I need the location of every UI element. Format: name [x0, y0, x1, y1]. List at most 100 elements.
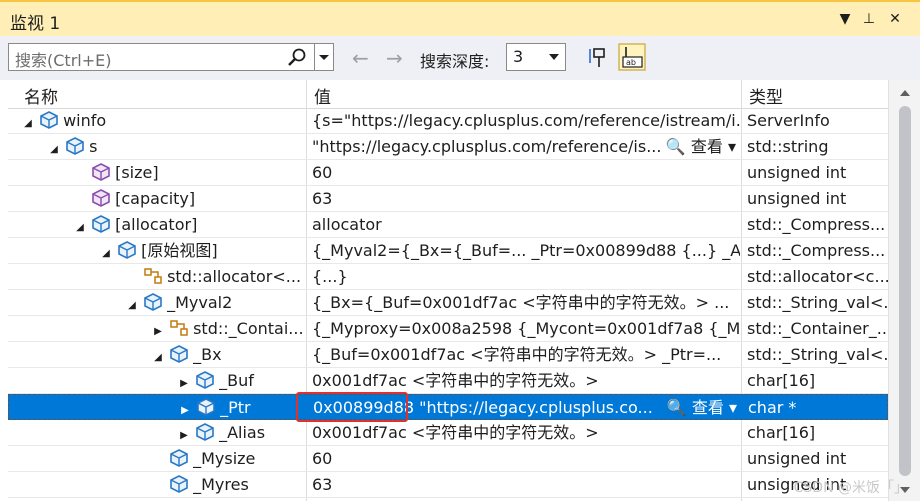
variable-type: std::allocator<c... — [747, 267, 888, 286]
collapse-arrow-icon[interactable]: ◢ — [74, 215, 86, 237]
dropdown-arrow-icon[interactable]: ▼ — [834, 8, 856, 30]
title-bar: 监视 1 ▼ ⊥ ✕ — [0, 0, 920, 36]
name-cell: ◢ [原始视图] — [8, 238, 306, 263]
variable-type: std::_Compress... — [747, 241, 886, 260]
value-cell[interactable]: {_Myval2={_Bx={_Buf=... _Ptr=0x00899d88 … — [312, 238, 740, 263]
pin-icon[interactable]: ⊥ — [858, 8, 880, 30]
search-placeholder: 搜索(Ctrl+E) — [15, 51, 112, 70]
type-cell: std::_Compress... — [747, 238, 888, 263]
variable-name: _Myres — [193, 475, 249, 494]
tree-row[interactable]: ▶ _Buf 0x001df7ac <字符串中的字符无效。> char[16] — [8, 368, 888, 394]
variable-value: {s="https://legacy.cplusplus.com/referen… — [312, 111, 740, 130]
object-icon — [143, 293, 163, 311]
variable-type: char[16] — [747, 371, 816, 390]
variable-value: {_Buf=0x001df7ac <字符串中的字符无效。> _Ptr=... — [312, 345, 722, 364]
close-icon[interactable]: ✕ — [884, 8, 906, 30]
variable-type: char * — [748, 398, 797, 417]
value-cell[interactable]: 0x001df7ac <字符串中的字符无效。> — [312, 368, 740, 393]
variable-type: unsigned int — [747, 449, 847, 468]
object-icon — [195, 371, 215, 389]
value-cell[interactable]: {s="https://legacy.cplusplus.com/referen… — [312, 108, 740, 133]
value-cell[interactable]: 60 — [312, 160, 740, 185]
variable-type: std::_Compress... — [747, 215, 886, 234]
object-icon — [117, 241, 137, 259]
variable-value: 63 — [312, 189, 333, 208]
variable-name: [capacity] — [115, 189, 196, 208]
variable-value: {_Bx={_Buf=0x001df7ac <字符串中的字符无效。> ... — [312, 293, 730, 312]
value-cell[interactable]: {...} — [312, 264, 740, 289]
tree-row[interactable]: ▶ _Ptr 0x00899d88 "https://legacy.cpluspl… — [8, 394, 888, 420]
value-cell[interactable]: 0x001df7ac <字符串中的字符无效。> — [312, 420, 740, 445]
variable-type: char[16] — [747, 423, 816, 442]
vertical-scrollbar[interactable] — [888, 80, 920, 501]
scroll-up-icon[interactable] — [900, 90, 910, 96]
value-cell[interactable]: allocator — [312, 212, 740, 237]
type-cell: ServerInfo — [747, 108, 888, 133]
value-cell[interactable]: 63 — [312, 472, 740, 497]
collapse-arrow-icon[interactable]: ◢ — [152, 345, 164, 367]
hex-display-icon[interactable]: ab — [618, 43, 646, 71]
scroll-thumb[interactable] — [899, 106, 911, 476]
tree-row[interactable]: _Myres 63 unsigned int — [8, 472, 888, 498]
search-dropdown-button[interactable] — [314, 44, 333, 70]
collapse-arrow-icon[interactable]: ◢ — [22, 111, 34, 133]
value-cell[interactable]: 63 — [312, 186, 740, 211]
variable-value: 63 — [312, 475, 333, 494]
tree-row[interactable]: ▶ std::_Contai... {_Myproxy=0x008a2598 {_… — [8, 316, 888, 342]
value-cell[interactable]: "https://legacy.cplusplus.com/reference/… — [312, 134, 740, 159]
window-title: 监视 1 — [10, 14, 61, 34]
tree-row[interactable]: ◢ [allocator] allocator std::_Compress... — [8, 212, 888, 238]
variable-name: [size] — [115, 163, 159, 182]
tree-row[interactable]: ◢ _Myval2 {_Bx={_Buf=0x001df7ac <字符串中的字符无… — [8, 290, 888, 316]
value-cell[interactable]: {_Myproxy=0x008a2598 {_Mycont=0x001df7a8… — [312, 316, 740, 341]
collapse-arrow-icon[interactable]: ◢ — [48, 137, 60, 159]
tree-row[interactable]: std::allocator<... {...} std::allocator<c.… — [8, 264, 888, 290]
variable-name: [原始视图] — [141, 241, 218, 260]
tree-row[interactable]: ◢ winfo {s="https://legacy.cplusplus.com/… — [8, 108, 888, 134]
type-cell: std::_String_val<... — [747, 342, 888, 367]
tree-row[interactable]: ◢ s "https://legacy.cplusplus.com/referen… — [8, 134, 888, 160]
tree-row[interactable]: ◢ [原始视图] {_Myval2={_Bx={_Buf=... _Ptr=0x0… — [8, 238, 888, 264]
collapse-arrow-icon[interactable]: ◢ — [100, 241, 112, 263]
text-visualizer-button[interactable]: 🔍 查看 ▾ — [666, 134, 736, 159]
value-cell[interactable]: 60 — [312, 446, 740, 471]
tree-row[interactable]: [capacity] 63 unsigned int — [8, 186, 888, 212]
variable-type: std::_Container_... — [747, 319, 888, 338]
column-type-header[interactable]: 类型 — [749, 83, 783, 108]
name-cell: ▶ std::_Contai... — [8, 316, 306, 341]
variable-value: "https://legacy.cplusplus.com/reference/… — [312, 137, 662, 156]
expand-arrow-icon[interactable]: ▶ — [152, 319, 164, 341]
text-visualizer-button[interactable]: 🔍 查看 ▾ — [667, 395, 737, 420]
collapse-arrow-icon[interactable]: ◢ — [126, 293, 138, 315]
expand-arrow-icon[interactable]: ▶ — [178, 371, 190, 393]
column-name-header[interactable]: 名称 — [24, 83, 58, 108]
object-icon — [91, 215, 111, 233]
search-depth-select[interactable]: 3 — [506, 43, 566, 71]
type-cell: unsigned int — [747, 160, 888, 185]
object-icon — [39, 111, 59, 129]
tree-row[interactable]: ▶ _Alias 0x001df7ac <字符串中的字符无效。> char[16] — [8, 420, 888, 446]
tree-row[interactable]: _Mysize 60 unsigned int — [8, 446, 888, 472]
forward-arrow-icon[interactable]: → — [386, 46, 403, 70]
search-icon[interactable] — [287, 47, 307, 67]
search-depth-value: 3 — [513, 47, 524, 66]
tree-row[interactable]: [size] 60 unsigned int — [8, 160, 888, 186]
expand-arrow-icon[interactable]: ▶ — [179, 398, 191, 420]
variable-value: {_Myval2={_Bx={_Buf=... _Ptr=0x00899d88 … — [312, 241, 740, 260]
variable-name: [allocator] — [115, 215, 198, 234]
watermark: CSDN @米饭「」 — [793, 480, 908, 496]
expand-arrow-icon[interactable]: ▶ — [178, 423, 190, 445]
object-icon — [169, 345, 189, 363]
search-input[interactable]: 搜索(Ctrl+E) — [8, 43, 334, 71]
pin-variable-icon[interactable] — [585, 43, 613, 71]
value-cell[interactable]: {_Buf=0x001df7ac <字符串中的字符无效。> _Ptr=... — [312, 342, 740, 367]
name-cell: std::allocator<... — [8, 264, 306, 289]
tree-row[interactable]: ◢ _Bx {_Buf=0x001df7ac <字符串中的字符无效。> _Ptr=… — [8, 342, 888, 368]
object-icon — [169, 475, 189, 493]
object-icon — [169, 449, 189, 467]
variable-name: winfo — [63, 111, 107, 130]
column-value-header[interactable]: 值 — [314, 83, 331, 108]
view-label: 查看 — [691, 398, 724, 417]
value-cell[interactable]: {_Bx={_Buf=0x001df7ac <字符串中的字符无效。> ... — [312, 290, 740, 315]
back-arrow-icon[interactable]: ← — [352, 46, 369, 70]
